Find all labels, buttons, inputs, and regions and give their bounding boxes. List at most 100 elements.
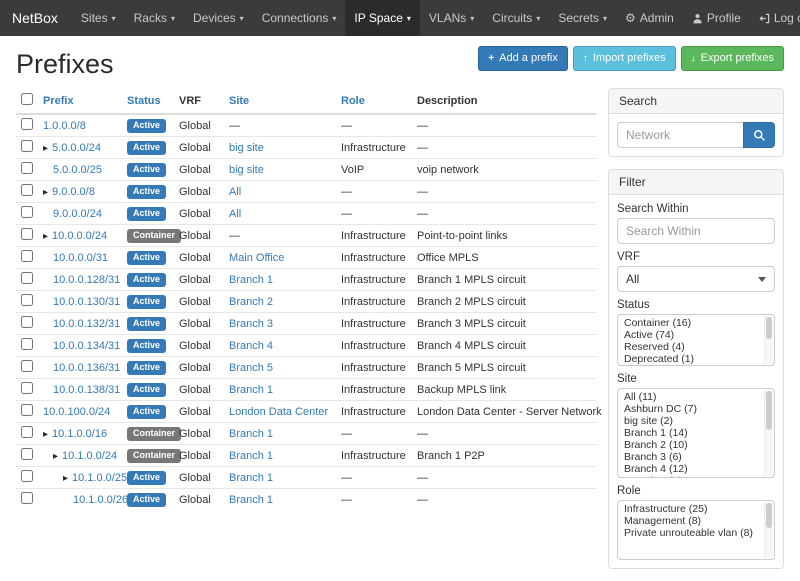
prefix-link[interactable]: 5.0.0.0/25: [53, 164, 102, 176]
site-link[interactable]: All: [229, 186, 241, 198]
site-link[interactable]: Branch 1: [229, 274, 273, 286]
listbox-option[interactable]: Branch 4 (12): [618, 463, 774, 475]
prefix-link[interactable]: 9.0.0.0/24: [53, 208, 102, 220]
column-header-prefix[interactable]: Prefix: [38, 88, 122, 114]
listbox-option[interactable]: Infrastructure (25): [618, 503, 774, 515]
expand-toggle-icon[interactable]: ▸: [53, 451, 58, 462]
column-header-status[interactable]: Status: [122, 88, 174, 114]
listbox-option[interactable]: Branch 2 (10): [618, 439, 774, 451]
row-checkbox[interactable]: [21, 492, 33, 504]
site-link[interactable]: Branch 1: [229, 428, 273, 440]
expand-toggle-icon[interactable]: ▸: [43, 231, 48, 242]
vrf-select[interactable]: All: [617, 266, 775, 292]
app-brand[interactable]: NetBox: [0, 0, 72, 36]
row-checkbox[interactable]: [21, 184, 33, 196]
site-link[interactable]: Branch 1: [229, 450, 273, 462]
row-checkbox[interactable]: [21, 250, 33, 262]
row-checkbox[interactable]: [21, 228, 33, 240]
row-checkbox[interactable]: [21, 118, 33, 130]
nav-item-admin[interactable]: ⚙ Admin: [616, 0, 683, 36]
site-link[interactable]: Branch 1: [229, 494, 273, 506]
site-listbox[interactable]: All (11)Ashburn DC (7)big site (2)Branch…: [617, 388, 775, 478]
nav-item-racks[interactable]: Racks ▾: [125, 0, 184, 36]
listbox-option[interactable]: Active (74): [618, 329, 774, 341]
nav-item-connections[interactable]: Connections ▾: [253, 0, 346, 36]
search-input[interactable]: [617, 122, 743, 148]
nav-item-logout[interactable]: Log out: [750, 0, 800, 36]
nav-item-sites[interactable]: Sites ▾: [72, 0, 125, 36]
listbox-option[interactable]: Management (8): [618, 515, 774, 527]
expand-toggle-icon[interactable]: ▸: [43, 187, 48, 198]
import-prefixes-button[interactable]: ↑ Import prefixes: [573, 46, 676, 71]
scrollbar-thumb[interactable]: [766, 317, 772, 339]
site-link[interactable]: Branch 2: [229, 296, 273, 308]
prefix-link[interactable]: 5.0.0.0/24: [52, 142, 101, 154]
listbox-option[interactable]: Private unrouteable vlan (8): [618, 527, 774, 539]
expand-toggle-icon[interactable]: ▸: [43, 429, 48, 440]
listbox-option[interactable]: Container (16): [618, 317, 774, 329]
site-link[interactable]: Branch 4: [229, 340, 273, 352]
listbox-option[interactable]: big site (2): [618, 415, 774, 427]
listbox-option[interactable]: All (11): [618, 391, 774, 403]
row-checkbox[interactable]: [21, 338, 33, 350]
role-listbox[interactable]: Infrastructure (25)Management (8)Private…: [617, 500, 775, 560]
prefix-link[interactable]: 10.0.0.128/31: [53, 274, 120, 286]
row-checkbox[interactable]: [21, 448, 33, 460]
row-checkbox[interactable]: [21, 382, 33, 394]
site-link[interactable]: All: [229, 208, 241, 220]
row-checkbox[interactable]: [21, 316, 33, 328]
search-within-input[interactable]: [617, 218, 775, 244]
site-link[interactable]: London Data Center: [229, 406, 328, 418]
scrollbar-thumb[interactable]: [766, 391, 772, 430]
row-checkbox[interactable]: [21, 140, 33, 152]
prefix-link[interactable]: 10.0.100.0/24: [43, 406, 110, 418]
scrollbar[interactable]: [764, 390, 773, 476]
prefix-link[interactable]: 10.0.0.136/31: [53, 362, 120, 374]
prefix-link[interactable]: 10.1.0.0/26: [73, 494, 128, 506]
prefix-link[interactable]: 10.1.0.0/24: [62, 450, 117, 462]
row-checkbox[interactable]: [21, 426, 33, 438]
prefix-link[interactable]: 1.0.0.0/8: [43, 120, 86, 132]
scrollbar[interactable]: [764, 316, 773, 364]
prefix-link[interactable]: 10.0.0.0/24: [52, 230, 107, 242]
row-checkbox[interactable]: [21, 294, 33, 306]
select-all-checkbox[interactable]: [21, 93, 33, 105]
scrollbar[interactable]: [764, 502, 773, 558]
site-link[interactable]: Main Office: [229, 252, 284, 264]
listbox-option[interactable]: Branch 5 (7): [618, 475, 774, 478]
prefix-link[interactable]: 10.0.0.132/31: [53, 318, 120, 330]
site-link[interactable]: big site: [229, 142, 264, 154]
prefix-link[interactable]: 10.0.0.0/31: [53, 252, 108, 264]
column-header-site[interactable]: Site: [224, 88, 336, 114]
search-button[interactable]: [743, 122, 775, 148]
status-listbox[interactable]: Container (16)Active (74)Reserved (4)Dep…: [617, 314, 775, 366]
site-link[interactable]: Branch 3: [229, 318, 273, 330]
nav-item-vlans[interactable]: VLANs ▾: [420, 0, 483, 36]
scrollbar-thumb[interactable]: [766, 503, 772, 528]
nav-item-secrets[interactable]: Secrets ▾: [549, 0, 616, 36]
site-link[interactable]: big site: [229, 164, 264, 176]
prefix-link[interactable]: 10.1.0.0/16: [52, 428, 107, 440]
listbox-option[interactable]: Ashburn DC (7): [618, 403, 774, 415]
listbox-option[interactable]: Branch 1 (14): [618, 427, 774, 439]
expand-toggle-icon[interactable]: ▸: [43, 143, 48, 154]
add-prefix-button[interactable]: + Add a prefix: [478, 46, 568, 71]
expand-toggle-icon[interactable]: ▸: [63, 473, 68, 484]
prefix-link[interactable]: 10.1.0.0/25: [72, 472, 127, 484]
nav-item-ip-space[interactable]: IP Space ▾: [345, 0, 420, 36]
nav-item-devices[interactable]: Devices ▾: [184, 0, 253, 36]
export-prefixes-button[interactable]: ↓ Export prefixes: [681, 46, 784, 71]
column-header-role[interactable]: Role: [336, 88, 412, 114]
prefix-link[interactable]: 10.0.0.138/31: [53, 384, 120, 396]
row-checkbox[interactable]: [21, 206, 33, 218]
row-checkbox[interactable]: [21, 162, 33, 174]
site-link[interactable]: Branch 1: [229, 384, 273, 396]
row-checkbox[interactable]: [21, 360, 33, 372]
listbox-option[interactable]: Reserved (4): [618, 341, 774, 353]
site-link[interactable]: Branch 1: [229, 472, 273, 484]
nav-item-circuits[interactable]: Circuits ▾: [483, 0, 549, 36]
site-link[interactable]: Branch 5: [229, 362, 273, 374]
nav-item-profile[interactable]: Profile: [683, 0, 750, 36]
listbox-option[interactable]: Deprecated (1): [618, 353, 774, 365]
listbox-option[interactable]: Branch 3 (6): [618, 451, 774, 463]
